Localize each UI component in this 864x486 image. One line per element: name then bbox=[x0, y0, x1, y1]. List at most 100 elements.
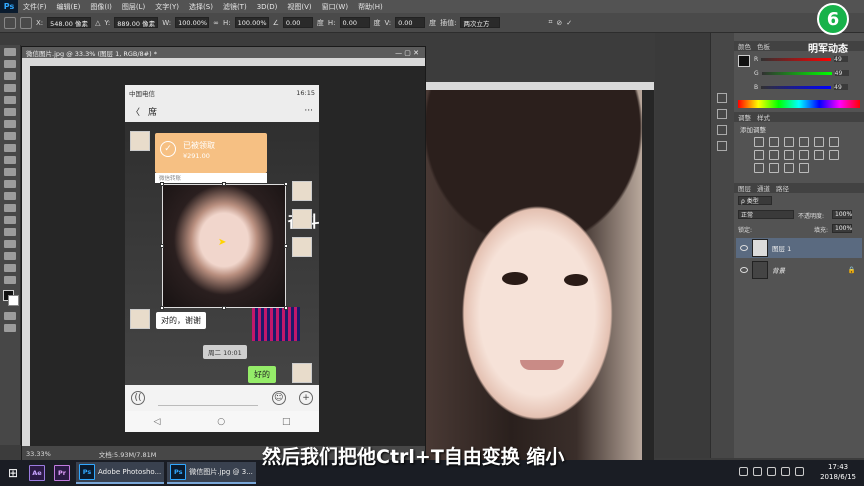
hand-tool-icon[interactable] bbox=[4, 264, 16, 272]
volume-icon[interactable] bbox=[767, 467, 776, 476]
transform-handle[interactable] bbox=[284, 244, 288, 248]
channel-mixer-icon[interactable] bbox=[799, 150, 809, 160]
interpolation-select[interactable]: 两次立方 bbox=[460, 17, 501, 28]
fill-input[interactable]: 100% bbox=[832, 224, 852, 233]
photo-filter-icon[interactable] bbox=[784, 150, 794, 160]
gradient-tool-icon[interactable] bbox=[4, 180, 16, 188]
warp-icon[interactable]: ⌗ bbox=[548, 18, 552, 27]
blend-mode-select[interactable]: 正常 bbox=[738, 210, 794, 219]
input-method-icon[interactable] bbox=[781, 467, 790, 476]
selective-color-icon[interactable] bbox=[799, 163, 809, 173]
transform-handle[interactable] bbox=[222, 182, 226, 186]
taskbar-clock[interactable]: 17:43 2018/6/15 bbox=[820, 462, 856, 482]
document-tab[interactable]: 微信图片.jpg @ 33.3% (图层 1, RGB/8#) * — ▢ ✕ bbox=[22, 47, 425, 58]
pen-tool-icon[interactable] bbox=[4, 216, 16, 224]
menu-help[interactable]: 帮助(H) bbox=[353, 2, 388, 12]
y-input[interactable]: 889.00 像素 bbox=[114, 17, 159, 28]
background-color-swatch[interactable] bbox=[8, 295, 19, 306]
tab-color[interactable]: 颜色 bbox=[738, 41, 751, 51]
layer-filter-select[interactable]: ρ 类型 bbox=[738, 196, 772, 205]
path-select-tool-icon[interactable] bbox=[4, 240, 16, 248]
properties-icon[interactable] bbox=[717, 109, 727, 119]
transform-handle[interactable] bbox=[160, 182, 164, 186]
foreground-color[interactable] bbox=[738, 55, 750, 67]
menu-layer[interactable]: 图层(L) bbox=[117, 2, 150, 12]
marquee-tool-icon[interactable] bbox=[4, 60, 16, 68]
menu-select[interactable]: 选择(S) bbox=[184, 2, 218, 12]
cancel-transform-icon[interactable]: ⊘ bbox=[556, 19, 562, 27]
brightness-icon[interactable] bbox=[754, 137, 764, 147]
stamp-tool-icon[interactable] bbox=[4, 144, 16, 152]
menu-image[interactable]: 图像(I) bbox=[85, 2, 117, 12]
taskbar-app-photoshop[interactable]: Ps Adobe Photosho... bbox=[76, 462, 165, 484]
green-slider[interactable] bbox=[761, 71, 832, 75]
menu-filter[interactable]: 滤镜(T) bbox=[218, 2, 252, 12]
menu-edit[interactable]: 编辑(E) bbox=[52, 2, 86, 12]
zoom-tool-icon[interactable] bbox=[4, 276, 16, 284]
tab-paths[interactable]: 路径 bbox=[776, 183, 789, 193]
transform-handle[interactable] bbox=[222, 306, 226, 310]
shape-tool-icon[interactable] bbox=[4, 252, 16, 260]
taskbar-app-photoshop-doc[interactable]: Ps 微信图片.jpg @ 3... bbox=[167, 462, 256, 484]
menu-3d[interactable]: 3D(D) bbox=[252, 3, 283, 11]
height-input[interactable]: 100.00% bbox=[234, 17, 269, 28]
taskbar-app-premiere[interactable]: Pr bbox=[51, 462, 73, 484]
b-value[interactable]: 49 bbox=[834, 84, 849, 91]
paragraph-icon[interactable] bbox=[717, 141, 727, 151]
black-white-icon[interactable] bbox=[769, 150, 779, 160]
dodge-tool-icon[interactable] bbox=[4, 204, 16, 212]
gradient-map-icon[interactable] bbox=[784, 163, 794, 173]
quick-mask-icon[interactable] bbox=[4, 312, 16, 320]
tab-styles[interactable]: 样式 bbox=[757, 112, 770, 122]
reference-point-icon[interactable] bbox=[20, 16, 32, 29]
healing-tool-icon[interactable] bbox=[4, 120, 16, 128]
brush-tool-icon[interactable] bbox=[4, 132, 16, 140]
visibility-eye-icon[interactable] bbox=[740, 245, 748, 251]
r-value[interactable]: 49 bbox=[834, 56, 849, 63]
document-info[interactable]: 文档:5.93M/7.81M bbox=[99, 449, 157, 459]
color-balance-icon[interactable] bbox=[754, 150, 764, 160]
color-swatches[interactable] bbox=[3, 290, 19, 306]
transform-handle[interactable] bbox=[284, 306, 288, 310]
tab-swatches[interactable]: 色板 bbox=[757, 41, 770, 51]
curves-icon[interactable] bbox=[784, 137, 794, 147]
commit-transform-icon[interactable]: ✓ bbox=[566, 19, 572, 27]
taskbar-app-after-effects[interactable]: Ae bbox=[26, 462, 48, 484]
blue-slider[interactable] bbox=[761, 85, 832, 89]
tab-adjustments[interactable]: 调整 bbox=[738, 112, 751, 122]
menu-view[interactable]: 视图(V) bbox=[282, 2, 316, 12]
notification-icon[interactable] bbox=[795, 467, 804, 476]
layer-row-background[interactable]: 背景 🔒 bbox=[736, 260, 862, 280]
color-lookup-icon[interactable] bbox=[814, 150, 824, 160]
blur-tool-icon[interactable] bbox=[4, 192, 16, 200]
menu-file[interactable]: 文件(F) bbox=[18, 2, 52, 12]
vskew-input[interactable]: 0.00 bbox=[395, 17, 426, 28]
layer-row-active[interactable]: 图层 1 bbox=[736, 238, 862, 258]
visibility-eye-icon[interactable] bbox=[740, 267, 748, 273]
eraser-tool-icon[interactable] bbox=[4, 168, 16, 176]
quick-select-tool-icon[interactable] bbox=[4, 84, 16, 92]
threshold-icon[interactable] bbox=[769, 163, 779, 173]
angle-input[interactable]: 0.00 bbox=[282, 17, 313, 28]
vibrance-icon[interactable] bbox=[814, 137, 824, 147]
zoom-level[interactable]: 33.33% bbox=[26, 450, 51, 458]
tab-layers[interactable]: 图层 bbox=[738, 183, 751, 193]
hue-saturation-icon[interactable] bbox=[829, 137, 839, 147]
transform-handle[interactable] bbox=[160, 306, 164, 310]
color-spectrum[interactable] bbox=[738, 100, 860, 108]
history-brush-tool-icon[interactable] bbox=[4, 156, 16, 164]
hskew-input[interactable]: 0.00 bbox=[339, 17, 370, 28]
invert-icon[interactable] bbox=[829, 150, 839, 160]
red-slider[interactable] bbox=[761, 57, 832, 61]
move-tool-icon[interactable] bbox=[4, 48, 16, 56]
x-input[interactable]: 548.00 像素 bbox=[47, 17, 92, 28]
character-icon[interactable] bbox=[717, 125, 727, 135]
tab-channels[interactable]: 通道 bbox=[757, 183, 770, 193]
g-value[interactable]: 49 bbox=[834, 70, 849, 77]
people-icon[interactable] bbox=[739, 467, 748, 476]
transform-tool-icon[interactable] bbox=[4, 16, 16, 29]
lasso-tool-icon[interactable] bbox=[4, 72, 16, 80]
screen-mode-icon[interactable] bbox=[4, 324, 16, 332]
start-button-icon[interactable]: ⊞ bbox=[0, 460, 26, 486]
width-input[interactable]: 100.00% bbox=[175, 17, 210, 28]
